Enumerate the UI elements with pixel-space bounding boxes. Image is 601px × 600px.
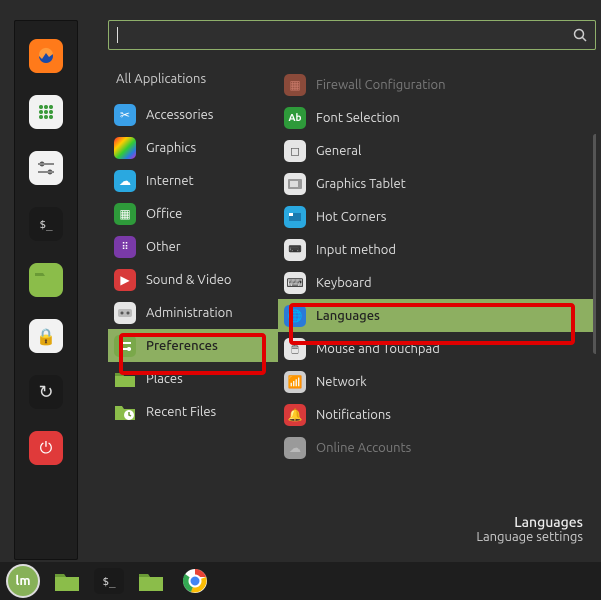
admin-icon [114,302,136,324]
category-graphics[interactable]: Graphics [108,131,278,164]
taskbar-files[interactable] [50,566,84,596]
search-row[interactable] [108,20,596,50]
app-input-method[interactable]: ⌨ Input method [278,233,596,266]
app-general[interactable]: ◻ General [278,134,596,167]
shutdown-icon[interactable]: ⏻ [29,431,63,465]
spreadsheet-icon: ▦ [114,203,136,225]
app-keyboard[interactable]: ⌨ Keyboard [278,266,596,299]
taskbar-files-2[interactable] [134,566,168,596]
mouse-icon: 🖱 [284,338,306,360]
preferences-icon [114,335,136,357]
app-menu: $_ 🔒 ↻ ⏻ All Applications ✂ Accessories [14,20,596,560]
taskbar: lm $_ [0,562,601,600]
logout-icon[interactable]: ↻ [29,375,63,409]
menu-main: All Applications ✂ Accessories Graphics … [78,20,596,560]
categories-header[interactable]: All Applications [108,64,278,98]
category-label: Other [146,240,181,254]
scissors-icon: ✂ [114,104,136,126]
app-label: Mouse and Touchpad [316,342,440,356]
font-icon: Ab [284,107,306,129]
lock-icon[interactable]: 🔒 [29,319,63,353]
corners-icon [284,206,306,228]
terminal-icon[interactable]: $_ [29,207,63,241]
firefox-icon[interactable] [29,39,63,73]
app-label: Keyboard [316,276,372,290]
app-online-accounts[interactable]: ☁ Online Accounts [278,431,596,464]
category-label: Sound & Video [146,273,232,287]
start-menu-button[interactable]: lm [6,566,40,596]
category-label: Places [146,372,183,386]
footer-subtitle: Language settings [476,530,583,544]
taskbar-terminal[interactable]: $_ [94,568,124,594]
app-network[interactable]: 📶 Network [278,365,596,398]
category-label: Administration [146,306,233,320]
app-label: Firewall Configuration [316,78,446,92]
app-hot-corners[interactable]: Hot Corners [278,200,596,233]
app-font-selection[interactable]: Ab Font Selection [278,101,596,134]
recent-icon [114,401,136,423]
app-label: Graphics Tablet [316,177,406,191]
cloud-icon: ☁ [284,437,306,459]
mint-logo-icon: lm [6,564,40,598]
category-places[interactable]: Places [108,362,278,395]
app-label: General [316,144,361,158]
scrollbar[interactable] [593,134,596,354]
text-caret [117,27,118,43]
footer-title: Languages [476,514,583,530]
app-label: Input method [316,243,396,257]
category-administration[interactable]: Administration [108,296,278,329]
category-label: Office [146,207,182,221]
app-label: Font Selection [316,111,400,125]
app-label: Hot Corners [316,210,386,224]
play-icon: ▶ [114,269,136,291]
category-accessories[interactable]: ✂ Accessories [108,98,278,131]
category-label: Internet [146,174,194,188]
category-sound-video[interactable]: ▶ Sound & Video [108,263,278,296]
software-icon[interactable] [29,95,63,129]
app-label: Notifications [316,408,391,422]
cloud-icon: ☁ [114,170,136,192]
category-label: Recent Files [146,405,216,419]
bell-icon: 🔔 [284,404,306,426]
category-label: Graphics [146,141,196,155]
keyboard-icon: ⌨ [284,272,306,294]
app-firewall[interactable]: ▦ Firewall Configuration [278,68,596,101]
taskbar-chrome[interactable] [178,566,212,596]
input-icon: ⌨ [284,239,306,261]
firewall-icon: ▦ [284,74,306,96]
grid-icon: ⠿ [114,236,136,258]
favorites-column: $_ 🔒 ↻ ⏻ [14,20,78,560]
settings-icon[interactable] [29,151,63,185]
app-label: Online Accounts [316,441,411,455]
wifi-icon: 📶 [284,371,306,393]
palette-icon [114,137,136,159]
category-preferences[interactable]: Preferences [108,329,278,362]
category-other[interactable]: ⠿ Other [108,230,278,263]
search-input[interactable] [122,28,573,43]
apps-column: ▦ Firewall Configuration Ab Font Selecti… [278,64,596,560]
tablet-icon [284,173,306,195]
menu-footer: Languages Language settings [476,514,583,544]
category-label: Preferences [146,339,218,353]
app-label: Languages [316,309,380,323]
search-icon [573,28,587,42]
app-graphics-tablet[interactable]: Graphics Tablet [278,167,596,200]
globe-icon: 🌐 [284,305,306,327]
folder-icon [54,570,80,592]
general-icon: ◻ [284,140,306,162]
app-notifications[interactable]: 🔔 Notifications [278,398,596,431]
app-languages[interactable]: 🌐 Languages [278,299,596,332]
app-mouse-touchpad[interactable]: 🖱 Mouse and Touchpad [278,332,596,365]
app-label: Network [316,375,367,389]
category-office[interactable]: ▦ Office [108,197,278,230]
categories-column: All Applications ✂ Accessories Graphics … [108,64,278,560]
category-label: Accessories [146,108,213,122]
category-recent-files[interactable]: Recent Files [108,395,278,428]
files-icon[interactable] [29,263,63,297]
folder-icon [138,570,164,592]
category-internet[interactable]: ☁ Internet [108,164,278,197]
chrome-icon [182,568,208,594]
folder-icon [114,368,136,390]
